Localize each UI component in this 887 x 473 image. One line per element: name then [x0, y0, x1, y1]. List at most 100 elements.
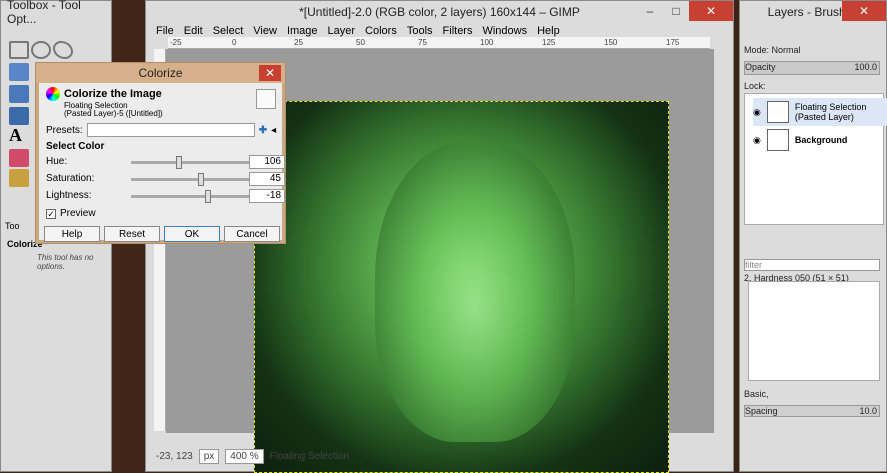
- hue-knob[interactable]: [176, 156, 182, 169]
- presets-label: Presets:: [46, 124, 83, 136]
- dialog-heading: Colorize the Image: [64, 88, 162, 100]
- statusbar: -23, 123 px 400 % Floating Selection: [146, 441, 733, 471]
- ruler-tick: 50: [356, 38, 365, 47]
- menu-view[interactable]: View: [253, 25, 277, 37]
- clone-icon[interactable]: [9, 169, 29, 187]
- preset-menu-icon[interactable]: ◂: [271, 125, 276, 136]
- layer-row-floating[interactable]: ◉ Floating Selection (Pasted Layer): [753, 98, 887, 126]
- move-icon[interactable]: [9, 85, 29, 103]
- gimp-titlebar: *[Untitled]-2.0 (RGB color, 2 layers) 16…: [146, 1, 733, 23]
- saturation-spin[interactable]: 45: [249, 172, 285, 186]
- ruler-tick: 125: [542, 38, 556, 47]
- select-color-heading: Select Color: [46, 141, 105, 152]
- opacity-label: Opacity: [745, 62, 776, 72]
- mode-value[interactable]: Normal: [772, 45, 801, 55]
- brushes-grid[interactable]: [748, 281, 880, 381]
- lightness-knob[interactable]: [205, 190, 211, 203]
- reset-button[interactable]: Reset: [104, 226, 160, 242]
- colorize-icon: [46, 87, 60, 101]
- help-button[interactable]: Help: [44, 226, 100, 242]
- text-tool-icon[interactable]: A: [9, 125, 29, 145]
- unit-select[interactable]: px: [198, 448, 220, 464]
- ruler-tick: 75: [418, 38, 427, 47]
- hue-label: Hue:: [46, 156, 68, 167]
- spacing-slider[interactable]: Spacing 10.0: [744, 405, 880, 417]
- mode-label: Mode:: [744, 45, 770, 55]
- layers-list: ◉ Floating Selection (Pasted Layer) ◉ Ba…: [744, 93, 887, 225]
- menu-layer[interactable]: Layer: [328, 25, 356, 37]
- portrait-image: [375, 142, 575, 442]
- eye-icon[interactable]: ◉: [753, 107, 761, 118]
- colorize-header: Colorize the Image: [46, 87, 162, 101]
- preview-label: Preview: [60, 208, 96, 219]
- lasso-icon[interactable]: [53, 41, 73, 59]
- cancel-button[interactable]: Cancel: [224, 226, 280, 242]
- close-icon[interactable]: ✕: [689, 1, 733, 21]
- rect-select-icon[interactable]: [9, 41, 29, 59]
- ruler-tick: 175: [666, 38, 680, 47]
- mode-row[interactable]: Mode: Normal: [744, 45, 801, 55]
- maximize-icon[interactable]: □: [663, 1, 689, 21]
- pointer-coords: -23, 123: [156, 450, 193, 462]
- layer-row-background[interactable]: ◉ Background: [753, 126, 887, 154]
- tool-options-tab[interactable]: Too: [5, 221, 20, 231]
- paint-icon[interactable]: [9, 149, 29, 167]
- opacity-slider[interactable]: Opacity 100.0: [744, 61, 880, 75]
- preview-checkbox[interactable]: ✓: [46, 208, 56, 219]
- brush-filter-input[interactable]: filter: [744, 259, 880, 271]
- layer-thumbnail: [766, 101, 789, 123]
- presets-combo[interactable]: [86, 123, 255, 137]
- colorize-dialog: Colorize ✕ Colorize the Image Floating S…: [35, 62, 286, 244]
- presets-row: Presets: ✚ ◂: [46, 123, 276, 137]
- minimize-icon[interactable]: –: [637, 1, 663, 21]
- ruler-tick: 150: [604, 38, 618, 47]
- menu-edit[interactable]: Edit: [184, 25, 203, 37]
- layer-name: Background: [794, 135, 848, 145]
- colorize-title: Colorize: [138, 66, 183, 80]
- no-options-text: This tool has no options.: [37, 253, 94, 271]
- colorize-titlebar: Colorize ✕: [36, 63, 285, 83]
- hue-spin[interactable]: 106: [249, 155, 285, 169]
- opacity-value: 100.0: [854, 62, 877, 72]
- lightness-label: Lightness:: [46, 190, 92, 201]
- path-icon[interactable]: [9, 107, 29, 125]
- layer-thumbnail: [766, 129, 789, 151]
- ellipse-select-icon[interactable]: [31, 41, 51, 59]
- dialog-sub2: (Pasted Layer)-5 ([Untitled]): [64, 109, 163, 118]
- menu-tools[interactable]: Tools: [407, 25, 433, 37]
- preview-row[interactable]: ✓ Preview: [46, 208, 96, 219]
- ok-button[interactable]: OK: [164, 226, 220, 242]
- menu-help[interactable]: Help: [537, 25, 560, 37]
- saturation-label: Saturation:: [46, 173, 95, 184]
- lock-label: Lock:: [744, 81, 766, 91]
- spacing-label: Spacing: [745, 406, 778, 416]
- fuzzy-select-icon[interactable]: [9, 63, 29, 81]
- ruler-tick: -25: [170, 38, 182, 47]
- lightness-spin[interactable]: -18: [249, 189, 285, 203]
- menu-filters[interactable]: Filters: [443, 25, 473, 37]
- toolbox-titlebar: Toolbox - Tool Opt...: [1, 0, 111, 26]
- zoom-select[interactable]: 400 %: [225, 448, 264, 464]
- add-preset-icon[interactable]: ✚: [259, 125, 267, 136]
- menu-file[interactable]: File: [156, 25, 174, 37]
- ruler-tick: 25: [294, 38, 303, 47]
- menu-image[interactable]: Image: [287, 25, 318, 37]
- saturation-knob[interactable]: [198, 173, 204, 186]
- eye-icon[interactable]: ◉: [753, 135, 761, 146]
- gimp-title: *[Untitled]-2.0 (RGB color, 2 layers) 16…: [299, 5, 580, 19]
- toolbox-title: Toolbox - Tool Opt...: [7, 0, 81, 26]
- menu-select[interactable]: Select: [213, 25, 244, 37]
- brush-set[interactable]: Basic,: [744, 389, 769, 399]
- ruler-tick: 0: [232, 38, 237, 47]
- status-message: Floating Selection: [269, 450, 350, 462]
- layers-brushes-dock: Layers - Brushes ✕ Mode: Normal Opacity …: [739, 0, 887, 472]
- dock-close-icon[interactable]: ✕: [842, 1, 886, 21]
- image-canvas[interactable]: [254, 101, 669, 473]
- menu-windows[interactable]: Windows: [482, 25, 527, 37]
- layer-preview-icon: [256, 89, 276, 109]
- dialog-close-icon[interactable]: ✕: [259, 65, 281, 81]
- horizontal-ruler: -25 0 25 50 75 100 125 150 175: [168, 37, 710, 49]
- menu-colors[interactable]: Colors: [365, 25, 397, 37]
- spacing-value: 10.0: [859, 406, 877, 416]
- layer-name: Floating Selection (Pasted Layer): [794, 102, 867, 122]
